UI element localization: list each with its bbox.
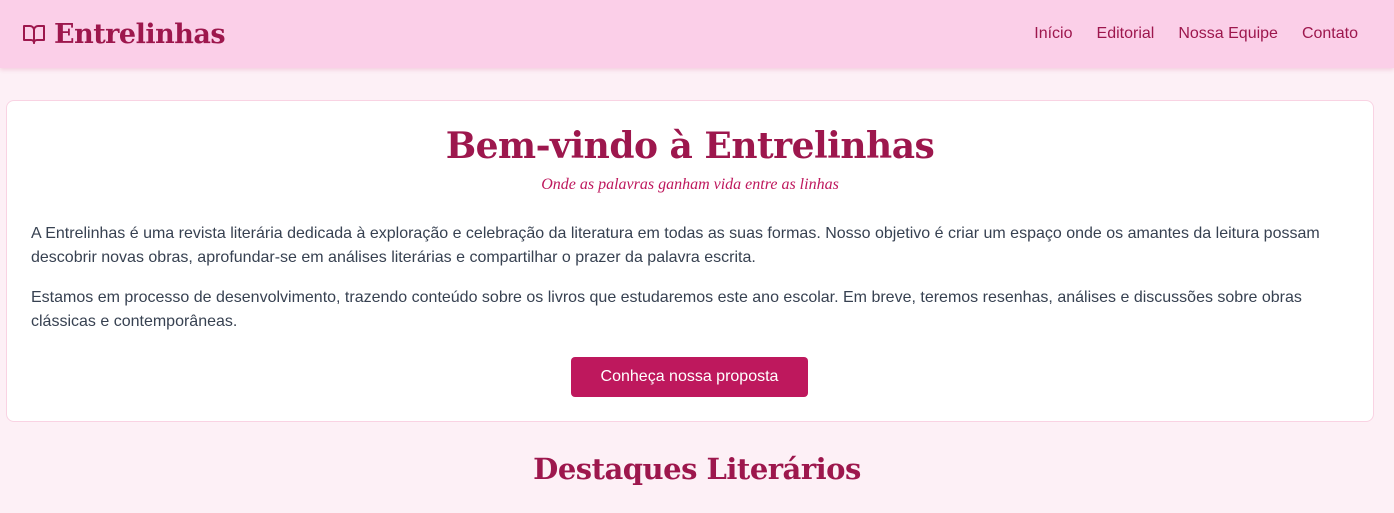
hero-tagline: Onde as palavras ganham vida entre as li…: [541, 176, 839, 193]
status-paragraph: Estamos em processo de desenvolvimento, …: [31, 289, 1302, 330]
welcome-card: Bem-vindo à Entrelinhas Onde as palavras…: [6, 100, 1374, 422]
nav-link-inicio[interactable]: Início: [1034, 25, 1072, 43]
proposal-button[interactable]: Conheça nossa proposta: [571, 357, 808, 397]
hero-title: Bem-vindo à Entrelinhas: [445, 125, 935, 167]
highlights-title: Destaques Literários: [533, 452, 861, 486]
open-book-icon: [22, 22, 46, 46]
brand-logo[interactable]: Entrelinhas: [22, 18, 226, 50]
navbar: Entrelinhas Início Editorial Nossa Equip…: [0, 0, 1394, 68]
intro-paragraph: A Entrelinhas é uma revista literária de…: [31, 225, 1320, 266]
brand-name: Entrelinhas: [54, 18, 226, 50]
nav-link-contato[interactable]: Contato: [1302, 25, 1358, 43]
main-nav: Início Editorial Nossa Equipe Contato: [1034, 25, 1358, 43]
nav-link-editorial[interactable]: Editorial: [1097, 25, 1155, 43]
nav-link-nossa-equipe[interactable]: Nossa Equipe: [1178, 25, 1278, 43]
